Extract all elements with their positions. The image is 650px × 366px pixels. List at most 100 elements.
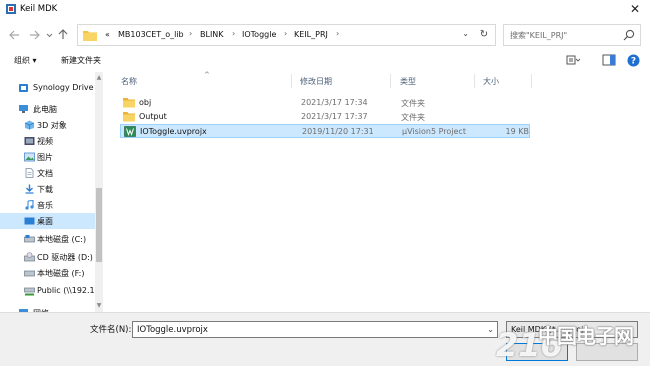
sidebar-item-documents[interactable]: 文档 xyxy=(0,165,97,181)
file-date: 2021/3/17 17:37 xyxy=(301,112,368,121)
sidebar-item-label: 此电脑 xyxy=(33,105,57,114)
file-date: 2019/11/20 17:31 xyxy=(302,127,374,136)
picture-icon xyxy=(24,152,35,162)
folder-icon xyxy=(123,98,135,108)
download-icon xyxy=(25,184,34,194)
cancel-button[interactable] xyxy=(576,343,638,361)
column-divider[interactable] xyxy=(291,74,292,88)
up-arrow-icon[interactable] xyxy=(58,29,68,40)
breadcrumb-item[interactable]: BLINK xyxy=(200,30,224,39)
sidebar-scrollbar-thumb[interactable] xyxy=(96,188,102,262)
scroll-up-arrow-icon[interactable]: ▲ xyxy=(96,74,102,81)
recent-locations-chevron-icon[interactable] xyxy=(46,32,53,38)
file-type: µVision5 Project xyxy=(402,127,466,136)
video-icon xyxy=(24,137,35,145)
column-divider[interactable] xyxy=(474,74,475,88)
file-row-iotoggle-uvprojx[interactable]: IOToggle.uvprojx 2019/11/20 17:31 µVisio… xyxy=(120,124,530,138)
keil-app-icon xyxy=(6,4,16,14)
scroll-down-arrow-icon[interactable]: ▼ xyxy=(96,302,102,309)
document-icon xyxy=(25,168,34,178)
file-type-select[interactable]: Keil MDK (*.uvproj xyxy=(506,321,638,338)
cd-drive-icon xyxy=(24,252,35,262)
file-name: Output xyxy=(139,112,167,121)
sidebar-item-videos[interactable]: 视频 xyxy=(0,133,97,149)
computer-icon xyxy=(19,105,28,113)
breadcrumb-separator[interactable]: › xyxy=(284,29,287,38)
new-folder-button[interactable]: 新建文件夹 xyxy=(61,55,101,66)
search-box[interactable]: 搜索"KEIL_PRJ" xyxy=(503,24,641,46)
refresh-icon[interactable]: ↻ xyxy=(477,28,491,42)
breadcrumb-overflow[interactable]: « xyxy=(105,30,110,39)
sidebar-item-this-pc[interactable]: 此电脑 xyxy=(0,101,97,117)
column-divider[interactable] xyxy=(390,74,391,88)
search-placeholder[interactable]: 搜索"KEIL_PRJ" xyxy=(510,30,567,41)
uvision-project-icon xyxy=(124,126,136,137)
music-icon xyxy=(25,200,34,210)
column-header-name[interactable]: 名称 xyxy=(121,76,137,87)
sidebar-item-desktop[interactable]: 桌面 xyxy=(0,213,97,229)
column-header-date[interactable]: 修改日期 xyxy=(300,76,332,87)
filename-field[interactable]: IOToggle.uvprojx ⌄ xyxy=(132,321,498,338)
column-header-type[interactable]: 类型 xyxy=(400,76,416,87)
network-drive-icon xyxy=(24,287,35,296)
breadcrumb-item[interactable]: IOToggle xyxy=(242,30,276,39)
sidebar-item-label: 本地磁盘 (F:) xyxy=(37,269,85,278)
file-type: 文件夹 xyxy=(401,99,425,108)
back-arrow-icon[interactable] xyxy=(9,30,20,40)
cube-icon xyxy=(24,120,35,130)
sidebar-item-label: 图片 xyxy=(37,153,53,162)
sidebar-item-label: 文档 xyxy=(37,169,53,178)
column-header-size[interactable]: 大小 xyxy=(483,76,499,87)
sidebar-item-downloads[interactable]: 下载 xyxy=(0,181,97,197)
window-title: Keil MDK xyxy=(20,4,58,14)
sort-ascending-icon: ^ xyxy=(204,71,210,79)
sidebar-item-3d-objects[interactable]: 3D 对象 xyxy=(0,117,97,133)
navigation-pane: Synology Drive 此电脑 3D 对象 视频 图片 文档 下载 音乐 xyxy=(0,72,97,312)
synology-icon xyxy=(19,84,28,92)
sidebar-item-pictures[interactable]: 图片 xyxy=(0,149,97,165)
sidebar-item-local-disk-c[interactable]: 本地磁盘 (C:) xyxy=(0,231,97,247)
column-divider[interactable] xyxy=(531,74,532,88)
breadcrumb-item[interactable]: KEIL_PRJ xyxy=(294,30,328,39)
forward-arrow-icon[interactable] xyxy=(29,30,40,40)
sidebar-item-synology-drive[interactable]: Synology Drive xyxy=(0,80,97,96)
breadcrumb-separator[interactable]: › xyxy=(232,29,235,38)
file-row-obj[interactable]: obj 2021/3/17 17:34 文件夹 xyxy=(120,96,530,110)
sidebar-item-label: Synology Drive xyxy=(33,83,94,92)
svg-text:?: ? xyxy=(631,57,636,67)
breadcrumb-item[interactable]: MB103CET_o_lib xyxy=(118,30,184,39)
sidebar-scrollbar[interactable]: ▲ ▼ xyxy=(95,72,103,312)
desktop-icon xyxy=(24,217,35,225)
filename-dropdown-chevron-icon[interactable]: ⌄ xyxy=(487,325,494,334)
search-icon[interactable] xyxy=(622,28,636,42)
preview-pane-icon[interactable] xyxy=(602,54,616,66)
sidebar-item-label: 下载 xyxy=(37,185,53,194)
drive-icon xyxy=(24,270,35,277)
address-dropdown-chevron-icon[interactable]: ⌄ xyxy=(462,29,469,38)
sidebar-item-network[interactable]: 网络 xyxy=(0,305,97,312)
view-options-icon[interactable] xyxy=(566,54,580,66)
organize-menu-button[interactable]: 组织 ▾ xyxy=(14,55,37,66)
sidebar-item-music[interactable]: 音乐 xyxy=(0,197,97,213)
file-type-value[interactable]: Keil MDK (*.uvproj xyxy=(511,325,583,334)
folder-icon xyxy=(83,31,97,41)
close-button[interactable]: ✕ xyxy=(628,2,642,16)
open-button[interactable] xyxy=(506,343,568,361)
file-name: obj xyxy=(139,98,152,107)
breadcrumb-separator[interactable]: › xyxy=(336,29,339,38)
sidebar-item-public-network-drive[interactable]: Public (\\192.16 xyxy=(0,283,97,299)
command-bar: 组织 ▾ 新建文件夹 ? xyxy=(0,52,650,70)
breadcrumb-separator[interactable]: › xyxy=(189,29,192,38)
sidebar-item-label: 视频 xyxy=(37,137,53,146)
file-row-output[interactable]: Output 2021/3/17 17:37 文件夹 xyxy=(120,110,530,124)
sidebar-item-label: 桌面 xyxy=(37,217,53,226)
file-type: 文件夹 xyxy=(401,113,425,122)
address-bar[interactable]: « MB103CET_o_lib › BLINK › IOToggle › KE… xyxy=(77,24,496,46)
sidebar-item-cd-drive-d[interactable]: CD 驱动器 (D:) xyxy=(0,249,97,265)
file-date: 2021/3/17 17:34 xyxy=(301,98,368,107)
file-name: IOToggle.uvprojx xyxy=(140,127,207,136)
help-icon[interactable]: ? xyxy=(627,54,640,67)
filename-value[interactable]: IOToggle.uvprojx xyxy=(137,325,208,335)
sidebar-item-local-disk-f[interactable]: 本地磁盘 (F:) xyxy=(0,265,97,281)
sidebar-item-label: CD 驱动器 (D:) xyxy=(37,253,93,262)
